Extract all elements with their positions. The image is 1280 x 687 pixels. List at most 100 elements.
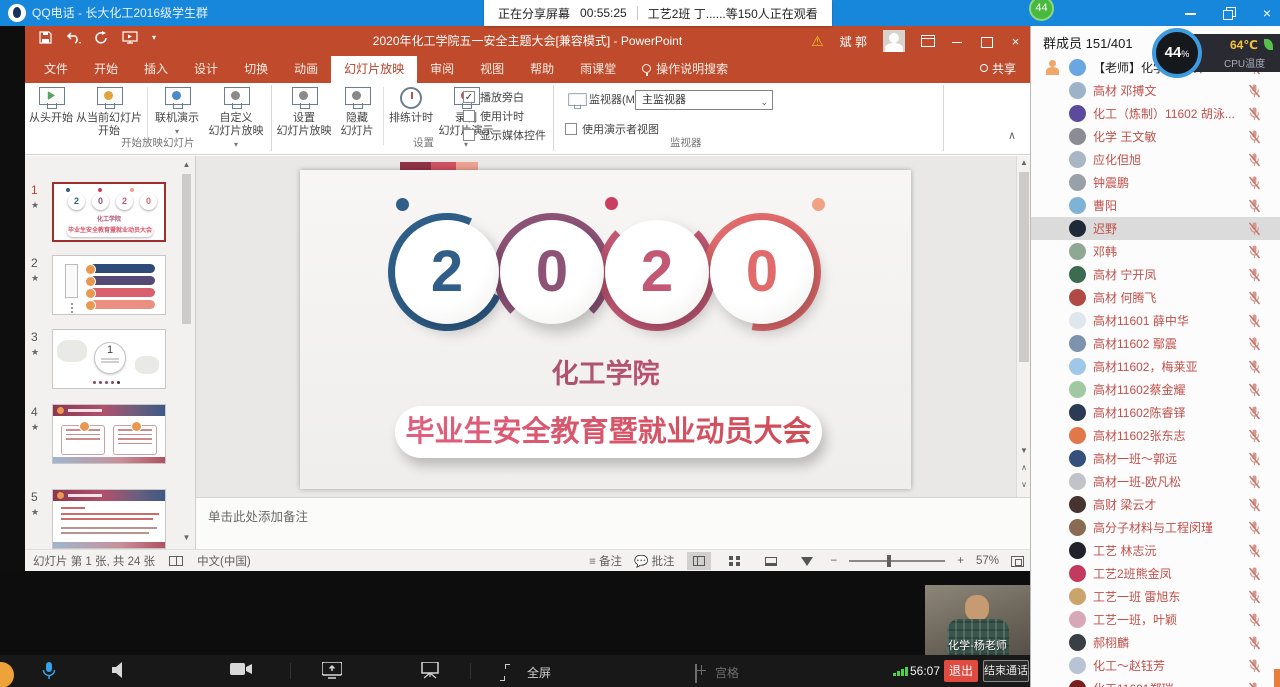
tab-4[interactable]: 切换 [231, 56, 281, 83]
setup-slideshow-button[interactable]: 设置 幻灯片放映 [275, 84, 333, 148]
member-row[interactable]: 化工11601郑瑞... [1031, 677, 1280, 687]
ppt-close-button[interactable]: × [1009, 35, 1022, 48]
scrollbar-thumb[interactable] [1019, 172, 1029, 362]
muted-mic-icon[interactable] [1248, 360, 1261, 374]
camera-icon[interactable] [230, 662, 252, 676]
muted-mic-icon[interactable] [1248, 636, 1261, 650]
muted-mic-icon[interactable] [1248, 613, 1261, 627]
ppt-user-avatar[interactable] [883, 30, 905, 52]
share-button[interactable]: 共享 [980, 56, 1016, 83]
muted-mic-icon[interactable] [1248, 406, 1261, 420]
editor-scrollbar[interactable]: ▲ ▼ ∧ ∨ [1016, 156, 1030, 497]
muted-mic-icon[interactable] [1248, 245, 1261, 259]
screen-share-icon[interactable] [322, 662, 342, 679]
muted-mic-icon[interactable] [1248, 199, 1261, 213]
muted-mic-icon[interactable] [1248, 383, 1261, 397]
checkbox-icon[interactable] [463, 129, 475, 141]
zoom-percentage[interactable]: 57% [976, 555, 999, 567]
muted-mic-icon[interactable] [1248, 429, 1261, 443]
tab-5[interactable]: 动画 [281, 56, 331, 83]
normal-view-button[interactable] [687, 552, 711, 570]
member-row[interactable]: 高材 邓搏文 [1031, 79, 1280, 102]
tab-7[interactable]: 审阅 [417, 56, 467, 83]
member-row[interactable]: 高材11602陈睿铎 [1031, 401, 1280, 424]
member-row[interactable]: 工艺 林志沅 [1031, 539, 1280, 562]
slide-thumbnail-3[interactable]: 1 [52, 329, 166, 389]
muted-mic-icon[interactable] [1248, 498, 1261, 512]
scroll-up-icon[interactable]: ▲ [1017, 156, 1031, 170]
ppt-minimize-button[interactable] [951, 35, 964, 48]
play-narrations-checkbox[interactable]: 播放旁白 [463, 89, 524, 105]
member-row[interactable]: 高材一班-欧凡松 [1031, 470, 1280, 493]
from-beginning-button[interactable]: 从头开始 [28, 84, 74, 148]
muted-mic-icon[interactable] [1248, 659, 1261, 673]
scrollbar-thumb[interactable] [182, 174, 191, 324]
member-row[interactable]: 曹阳 [1031, 194, 1280, 217]
microphone-icon[interactable] [42, 662, 56, 680]
tab-0[interactable]: 文件 [31, 56, 81, 83]
checkbox-icon[interactable] [565, 123, 577, 135]
muted-mic-icon[interactable] [1248, 176, 1261, 190]
member-row[interactable]: 化学 王文敏 [1031, 125, 1280, 148]
custom-slideshow-button[interactable]: 自定义 幻灯片放映 ▾ [205, 84, 267, 148]
notes-placeholder[interactable]: 单击此处添加备注 [208, 506, 308, 525]
thumbnail-scrollbar[interactable]: ▲ ▼ [180, 158, 193, 546]
muted-mic-icon[interactable] [1248, 337, 1261, 351]
speaker-icon[interactable] [112, 662, 126, 678]
scroll-down-icon[interactable]: ▼ [180, 531, 193, 544]
tab-3[interactable]: 设计 [181, 56, 231, 83]
grid-view-icon[interactable] [695, 664, 697, 683]
zoom-slider[interactable] [849, 560, 945, 562]
muted-mic-icon[interactable] [1248, 475, 1261, 489]
whiteboard-icon[interactable] [420, 662, 440, 679]
notes-toggle[interactable]: ≡ 备注 [589, 553, 622, 569]
member-row[interactable]: 工艺2班熊金凤 [1031, 562, 1280, 585]
slideshow-view-button[interactable] [795, 552, 819, 570]
member-row[interactable]: 高材 宁开凤 [1031, 263, 1280, 286]
monitor-dropdown[interactable]: 主监视器 ⌄ [635, 90, 773, 110]
zoom-slider-thumb[interactable] [887, 555, 891, 567]
slide-thumbnail-4[interactable] [52, 404, 166, 464]
muted-mic-icon[interactable] [1248, 544, 1261, 558]
member-row[interactable]: 工艺一班 雷旭东 [1031, 585, 1280, 608]
slide-thumbnail-5[interactable] [52, 489, 166, 549]
fit-to-window-icon[interactable] [1011, 556, 1024, 567]
muted-mic-icon[interactable] [1248, 222, 1261, 236]
member-row[interactable]: 高材11602蔡金耀 [1031, 378, 1280, 401]
checkbox-icon[interactable] [463, 110, 475, 122]
member-row[interactable]: 高材11601 薛中华 [1031, 309, 1280, 332]
muted-mic-icon[interactable] [1248, 268, 1261, 282]
muted-mic-icon[interactable] [1248, 567, 1261, 581]
member-row[interactable]: 高材一班～郭远 [1031, 447, 1280, 470]
fullscreen-label[interactable]: 全屏 [527, 664, 551, 681]
muted-mic-icon[interactable] [1248, 521, 1261, 535]
use-timings-checkbox[interactable]: 使用计时 [463, 108, 524, 124]
ribbon-display-options-icon[interactable] [921, 35, 935, 47]
end-call-button[interactable]: 结束通话 [983, 660, 1029, 682]
previous-slide-button[interactable]: ∧ [1017, 461, 1031, 475]
tab-6[interactable]: 幻灯片放映 [331, 56, 417, 83]
comments-toggle[interactable]: 💬 批注 [634, 553, 675, 569]
member-row[interactable]: 高财 梁云才 [1031, 493, 1280, 516]
muted-mic-icon[interactable] [1248, 314, 1261, 328]
member-row[interactable]: 钟震鹏 [1031, 171, 1280, 194]
scroll-up-icon[interactable]: ▲ [180, 158, 193, 171]
slide-thumbnail-1[interactable]: 2 0 2 0 化工学院 毕业生安全教育暨就业动员大会 [52, 182, 166, 242]
member-row[interactable]: 化工（炼制）11602 胡泳... [1031, 102, 1280, 125]
notification-badge[interactable]: 44 [1029, 0, 1054, 21]
spellcheck-icon[interactable] [169, 556, 183, 566]
member-row[interactable]: 邓韩 [1031, 240, 1280, 263]
show-media-controls-checkbox[interactable]: 显示媒体控件 [463, 127, 546, 143]
muted-mic-icon[interactable] [1248, 291, 1261, 305]
muted-mic-icon[interactable] [1248, 84, 1261, 98]
member-row[interactable]: 郝栩麟 [1031, 631, 1280, 654]
muted-mic-icon[interactable] [1248, 590, 1261, 604]
minimize-button[interactable] [1184, 6, 1198, 20]
close-icon[interactable]: × [1260, 6, 1274, 20]
tab-10[interactable]: 雨课堂 [567, 56, 629, 83]
member-row[interactable]: 高材11602张东志 [1031, 424, 1280, 447]
tab-11[interactable]: 操作说明搜索 [629, 56, 741, 83]
slide-sorter-view-button[interactable] [723, 552, 747, 570]
restore-button[interactable] [1222, 6, 1236, 20]
tab-1[interactable]: 开始 [81, 56, 131, 83]
